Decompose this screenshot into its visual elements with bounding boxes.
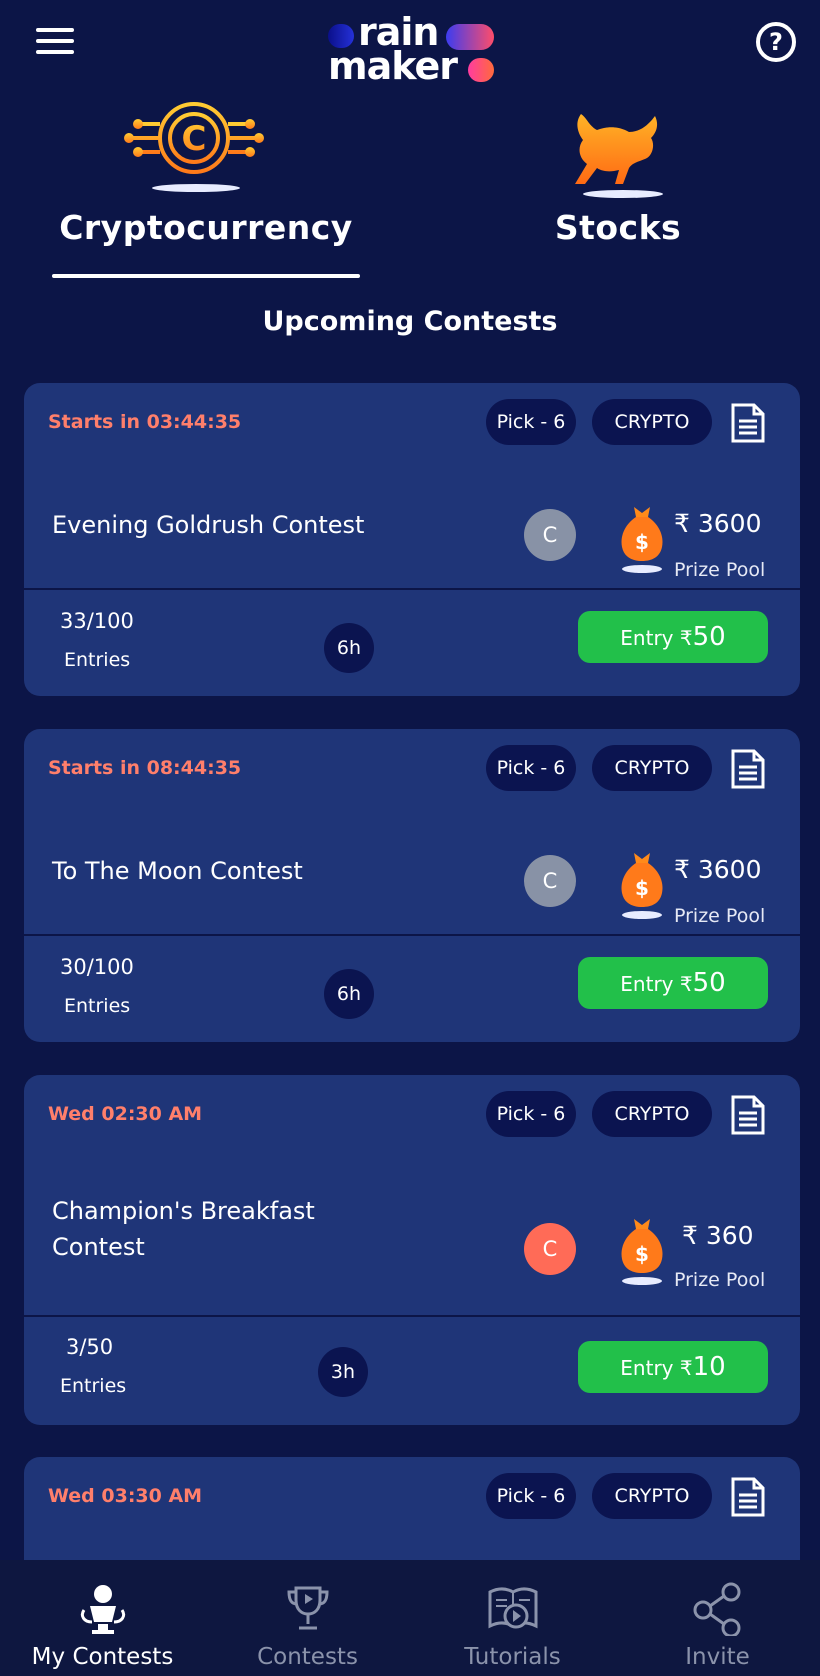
- contest-name: Evening Goldrush Contest: [52, 511, 365, 539]
- prize-amount: ₹ 3600: [674, 855, 762, 884]
- svg-text:C: C: [182, 119, 207, 159]
- tab-cryptocurrency[interactable]: C Cryptocurrency: [52, 100, 360, 280]
- pick-chip[interactable]: Pick - 6: [486, 745, 576, 791]
- nav-label: Invite: [685, 1644, 750, 1670]
- nav-invite[interactable]: Invite: [615, 1560, 820, 1676]
- crypto-coin-circuit-icon: C: [124, 102, 264, 192]
- prize-pool-label: Prize Pool: [674, 559, 766, 581]
- type-chip[interactable]: CRYPTO: [592, 1091, 712, 1137]
- prize-pool-label: Prize Pool: [674, 905, 766, 927]
- document-icon[interactable]: [730, 403, 766, 443]
- currency-badge: C: [524, 509, 576, 561]
- type-chip[interactable]: CRYPTO: [592, 745, 712, 791]
- type-chip[interactable]: CRYPTO: [592, 1473, 712, 1519]
- bull-icon: [575, 114, 663, 198]
- contest-name: To The Moon Contest: [52, 857, 303, 885]
- currency-badge: C: [524, 1223, 576, 1275]
- nav-tutorials[interactable]: Tutorials: [410, 1560, 615, 1676]
- duration-badge: 6h: [324, 623, 374, 673]
- tab-stocks[interactable]: Stocks: [478, 100, 758, 280]
- tab-label: Stocks: [554, 208, 682, 247]
- nav-label: Contests: [257, 1644, 358, 1670]
- pick-chip[interactable]: Pick - 6: [486, 1091, 576, 1137]
- trophy-icon: [287, 1586, 329, 1630]
- rainmaker-logo: rain maker: [328, 8, 498, 85]
- help-icon[interactable]: ?: [756, 22, 796, 62]
- section-title: Upcoming Contests: [262, 306, 558, 337]
- svg-text:$: $: [635, 876, 649, 900]
- card-divider: [24, 1315, 800, 1317]
- hamburger-menu-icon[interactable]: [36, 28, 74, 54]
- card-divider: [24, 588, 800, 590]
- entries-count: 33/100: [60, 609, 134, 633]
- nav-label: My Contests: [31, 1644, 174, 1670]
- entry-amount: 50: [692, 622, 726, 652]
- tab-label: Cryptocurrency: [59, 208, 353, 247]
- contest-card[interactable]: Wed 02:30 AM Pick - 6 CRYPTO Champion's …: [24, 1075, 800, 1425]
- prize-amount: ₹ 3600: [674, 509, 762, 538]
- entries-count: 3/50: [66, 1335, 114, 1359]
- contest-name: Champion's Breakfast Contest: [52, 1197, 315, 1261]
- active-tab-underline: [52, 274, 360, 278]
- entry-label: Entry ₹: [620, 626, 693, 650]
- start-time: Starts in 08:44:35: [48, 757, 242, 779]
- nav-my-contests[interactable]: My Contests: [0, 1560, 205, 1676]
- card-divider: [24, 934, 800, 936]
- duration-badge: 3h: [318, 1347, 368, 1397]
- entries-label: Entries: [64, 995, 131, 1017]
- start-time: Starts in 03:44:35: [48, 411, 242, 433]
- document-icon[interactable]: [730, 1477, 766, 1517]
- pick-chip[interactable]: Pick - 6: [486, 399, 576, 445]
- currency-badge: C: [524, 855, 576, 907]
- entry-button[interactable]: Entry ₹50: [578, 957, 768, 1009]
- entry-button[interactable]: Entry ₹10: [578, 1341, 768, 1393]
- entry-amount: 50: [692, 968, 726, 998]
- start-time: Wed 03:30 AM: [48, 1485, 203, 1507]
- contest-card[interactable]: Starts in 08:44:35 Pick - 6 CRYPTO To Th…: [24, 729, 800, 1042]
- svg-text:$: $: [635, 530, 649, 554]
- prize-pool-label: Prize Pool: [674, 1269, 766, 1291]
- entries-label: Entries: [64, 649, 131, 671]
- entries-count: 30/100: [60, 955, 134, 979]
- entries-label: Entries: [60, 1375, 127, 1397]
- contest-card[interactable]: Starts in 03:44:35 Pick - 6 CRYPTO Eveni…: [24, 383, 800, 696]
- entry-button[interactable]: Entry ₹50: [578, 611, 768, 663]
- type-chip[interactable]: CRYPTO: [592, 399, 712, 445]
- pick-chip[interactable]: Pick - 6: [486, 1473, 576, 1519]
- document-icon[interactable]: [730, 749, 766, 789]
- entry-label: Entry ₹: [620, 972, 693, 996]
- money-bag-icon: $: [621, 853, 663, 919]
- entry-amount: 10: [692, 1352, 726, 1382]
- duration-badge: 6h: [324, 969, 374, 1019]
- document-icon[interactable]: [730, 1095, 766, 1135]
- book-play-icon: [488, 1587, 538, 1629]
- entry-label: Entry ₹: [620, 1356, 693, 1380]
- top-bar: rain maker ?: [0, 0, 820, 95]
- nav-label: Tutorials: [464, 1644, 561, 1670]
- nav-contests[interactable]: Contests: [205, 1560, 410, 1676]
- money-bag-icon: $: [621, 1219, 663, 1285]
- svg-text:$: $: [635, 1242, 649, 1266]
- start-time: Wed 02:30 AM: [48, 1103, 203, 1125]
- bottom-navigation: My Contests Contests Tutorials Invite: [0, 1560, 820, 1676]
- share-icon: [693, 1582, 741, 1636]
- prize-amount: ₹ 360: [682, 1221, 754, 1250]
- money-bag-icon: $: [621, 507, 663, 573]
- trophy-person-icon: [80, 1585, 126, 1634]
